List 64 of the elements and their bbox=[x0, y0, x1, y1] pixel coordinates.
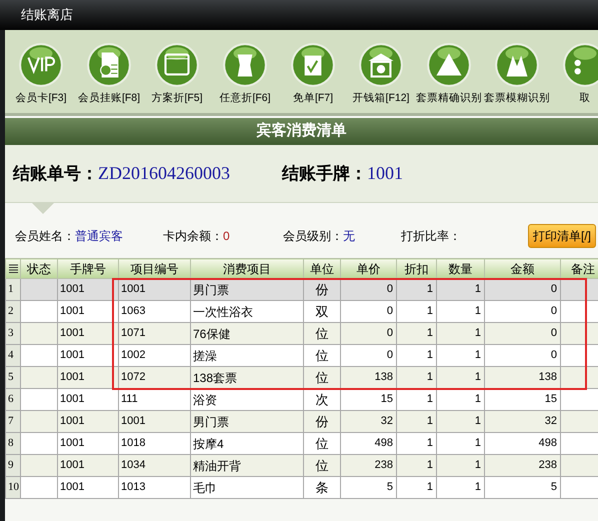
section-title: 宾客消费清单 bbox=[256, 121, 346, 142]
column-header: 金额 bbox=[484, 258, 560, 278]
toolbar-button[interactable]: 会员卡[F3] bbox=[7, 42, 75, 107]
table-cell: 5 bbox=[484, 476, 560, 498]
row-number: 10 bbox=[6, 476, 20, 498]
table-cell bbox=[20, 476, 58, 498]
row-number: 4 bbox=[6, 344, 20, 366]
vip-badge-icon bbox=[18, 42, 64, 88]
toolbar-button[interactable]: 会员挂账[F8] bbox=[75, 42, 143, 107]
table-cell: 1013 bbox=[118, 476, 190, 498]
table-cell: 毛巾 bbox=[190, 476, 304, 498]
toolbar-button[interactable]: 套票模糊识别 bbox=[483, 42, 551, 107]
row-number: 1 bbox=[6, 278, 20, 300]
row-number: 3 bbox=[6, 322, 20, 344]
bill-label: 结账单号： bbox=[13, 163, 98, 185]
column-header: 备注 bbox=[560, 258, 598, 278]
paper-icon bbox=[222, 42, 268, 88]
column-header: 状态 bbox=[20, 258, 58, 278]
toolbar-button[interactable]: 方案折[F5] bbox=[143, 42, 211, 107]
column-header: 单位 bbox=[304, 258, 340, 278]
toolbar-button[interactable]: 任意折[F6] bbox=[211, 42, 279, 107]
toolbar-button[interactable]: 套票精确识别 bbox=[415, 42, 483, 107]
column-header: 消费项目 bbox=[190, 258, 304, 278]
table-cell: 1 bbox=[396, 476, 436, 498]
toolbar-button[interactable]: 免单[F7] bbox=[279, 42, 347, 107]
toolbar-button[interactable]: 开钱箱[F12] bbox=[347, 42, 415, 107]
member-value: 无 bbox=[343, 228, 355, 245]
window-icon bbox=[154, 42, 200, 88]
print-button[interactable]: 打印清单[/] bbox=[528, 224, 596, 248]
bill-value: 1001 bbox=[367, 162, 403, 185]
cash-box-icon bbox=[358, 42, 404, 88]
table-cell: 1001 bbox=[58, 476, 118, 498]
row-number: 5 bbox=[6, 366, 20, 388]
table-cell: 1072 bbox=[118, 366, 190, 388]
row-number: 6 bbox=[6, 388, 20, 410]
table-cell: 5 bbox=[340, 476, 396, 498]
member-value: 0 bbox=[223, 228, 230, 245]
row-number: 7 bbox=[6, 410, 20, 432]
list-icon bbox=[8, 264, 18, 273]
triangle-icon bbox=[426, 42, 472, 88]
column-header: 数量 bbox=[436, 258, 484, 278]
peaks-icon bbox=[494, 42, 540, 88]
bill-label: 结账手牌： bbox=[282, 163, 367, 185]
member-label: 打折比率： bbox=[401, 228, 461, 245]
bill-value: ZD201604260003 bbox=[98, 162, 230, 185]
member-label: 会员姓名： bbox=[15, 228, 75, 245]
column-header: 单价 bbox=[340, 258, 396, 278]
column-header: 折扣 bbox=[396, 258, 436, 278]
row-number: 8 bbox=[6, 432, 20, 454]
table-cell: 138套票 bbox=[190, 366, 304, 388]
table-cell: 1 bbox=[436, 476, 484, 498]
column-header: 项目编号 bbox=[118, 258, 190, 278]
document-icon bbox=[86, 42, 132, 88]
dots-icon bbox=[562, 42, 598, 88]
row-number: 9 bbox=[6, 454, 20, 476]
column-header: 手牌号 bbox=[58, 258, 118, 278]
member-label: 会员级别： bbox=[283, 228, 343, 245]
checklist-icon bbox=[290, 42, 336, 88]
window-title: 结账离店 bbox=[21, 6, 73, 24]
member-value: 普通宾客 bbox=[75, 228, 123, 245]
row-number: 2 bbox=[6, 300, 20, 322]
toolbar-button[interactable]: 取 bbox=[551, 42, 598, 107]
member-label: 卡内余额： bbox=[163, 228, 223, 245]
table-cell: 条 bbox=[304, 476, 340, 498]
